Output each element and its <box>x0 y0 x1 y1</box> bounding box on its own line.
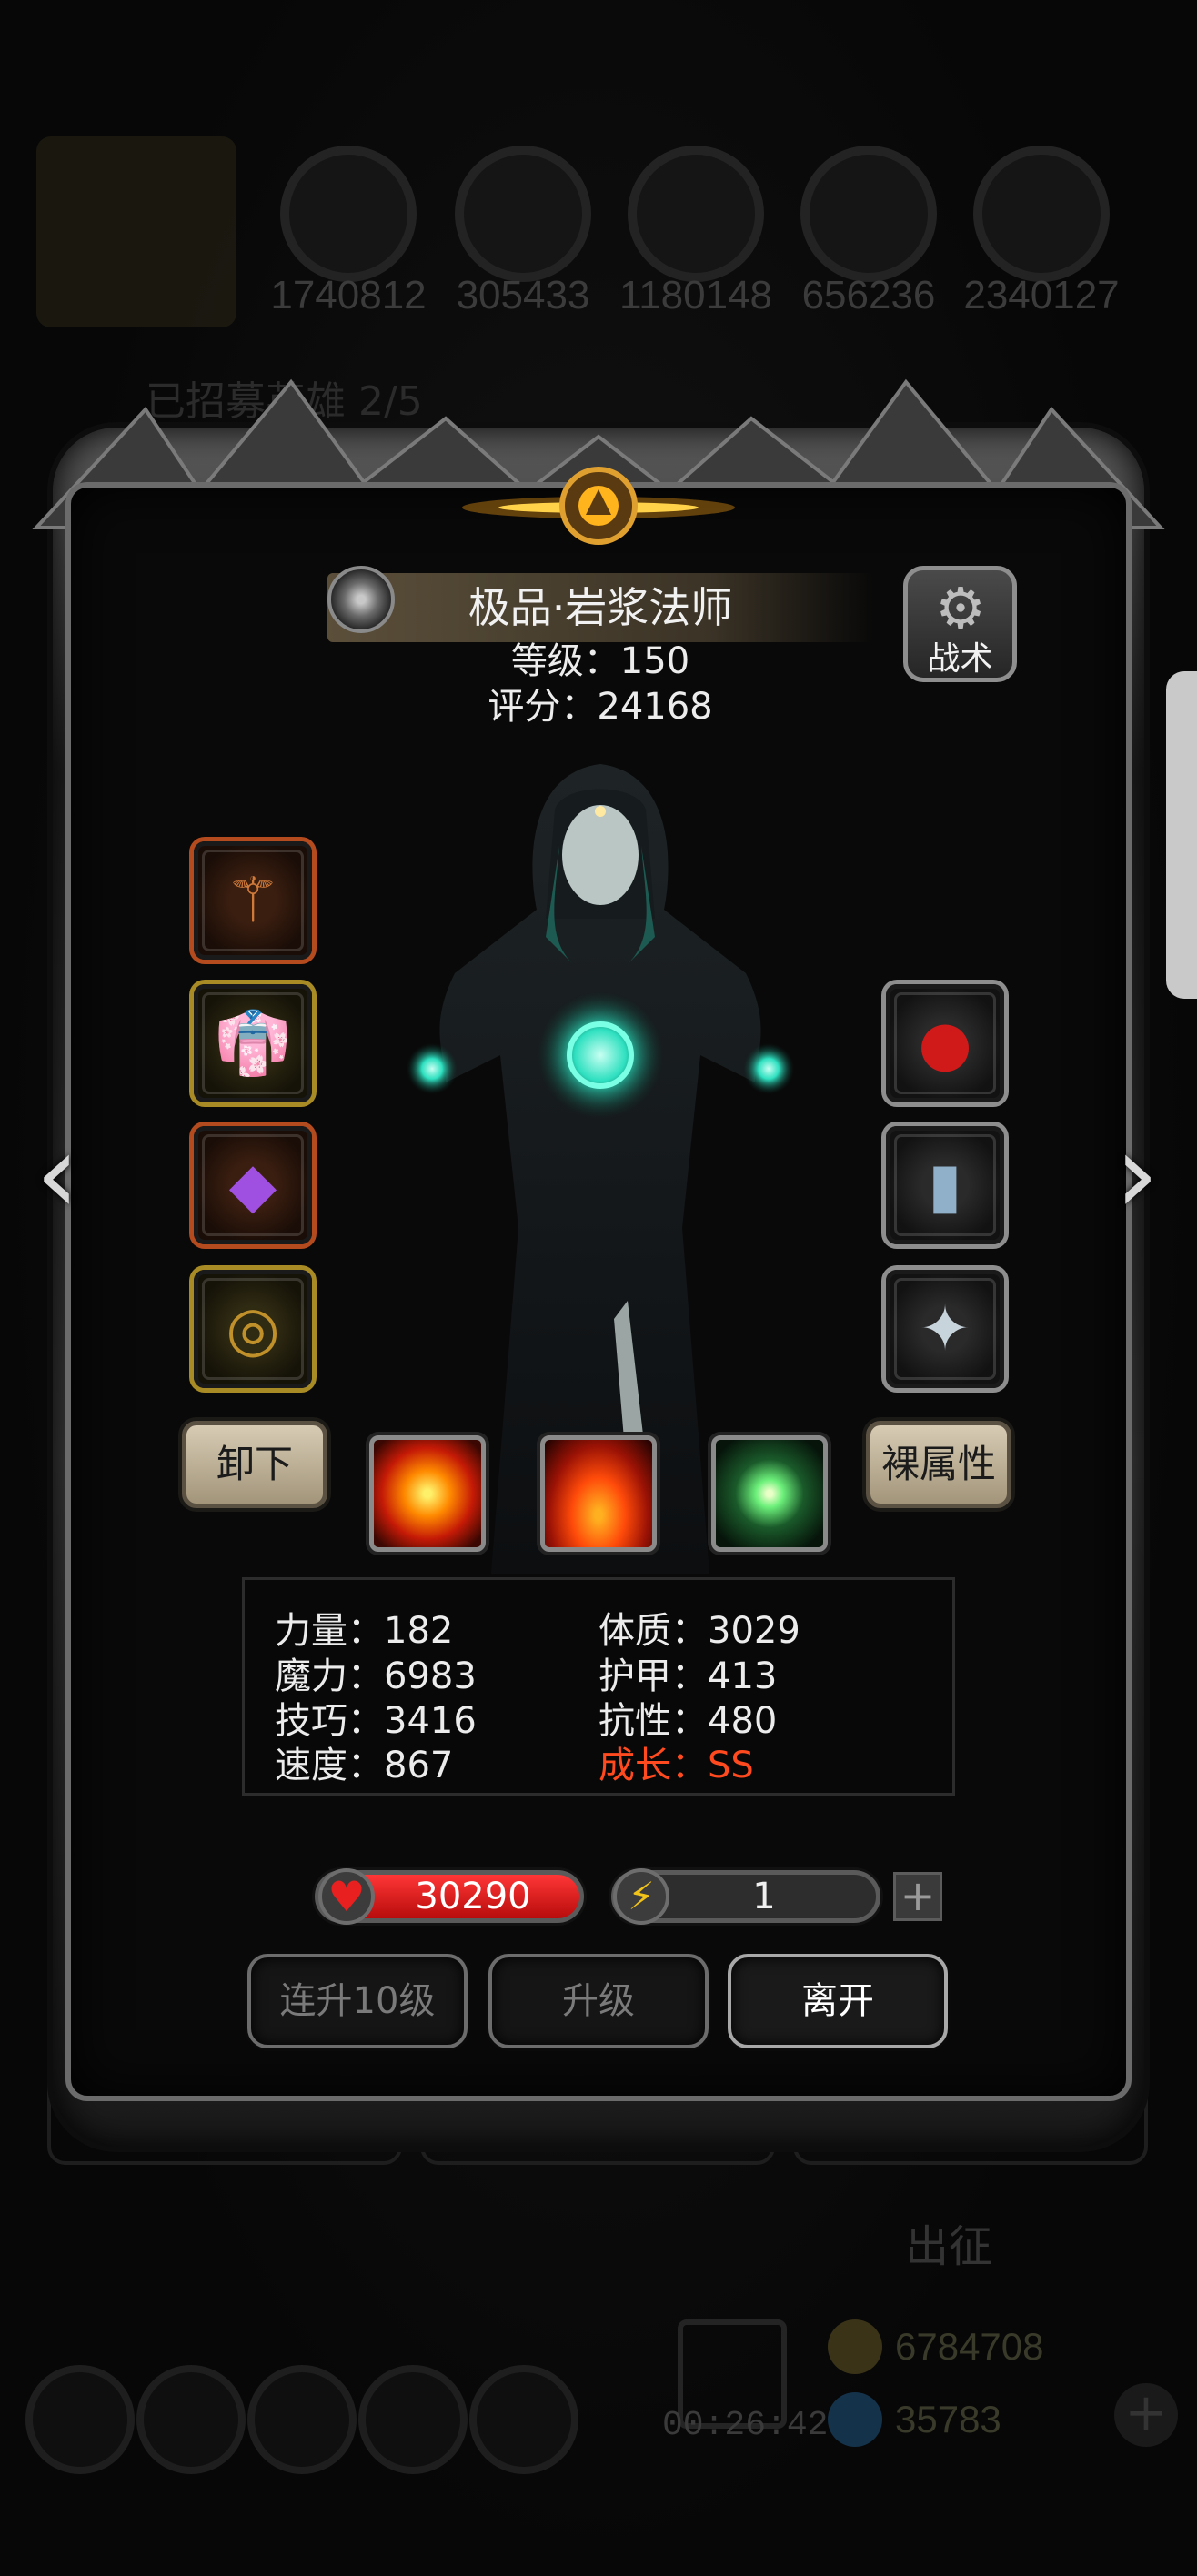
add-energy-button[interactable]: + <box>893 1872 942 1921</box>
resource-icon-4 <box>800 146 937 282</box>
hp-value: 30290 <box>415 1876 531 1917</box>
leave-button[interactable]: 离开 <box>728 1954 948 2048</box>
hero-score: 评分：24168 <box>488 686 713 728</box>
gear-icon: ⚙ <box>935 575 986 641</box>
resource-value-5: 2340127 <box>963 273 1120 317</box>
gold-row: 6784708 <box>828 2310 1192 2383</box>
base-attributes-button[interactable]: 裸属性 <box>866 1421 1011 1508</box>
sun-emblem-icon <box>462 467 735 545</box>
gold-coin-icon <box>828 2319 882 2374</box>
expedition-label: 出征 <box>905 2221 993 2272</box>
bottom-nav-icon-1 <box>25 2365 135 2474</box>
bottom-nav-icon-4 <box>358 2365 468 2474</box>
bottom-nav-icon-2 <box>136 2365 246 2474</box>
bg-plus-icon: + <box>1114 2383 1178 2447</box>
equip-slot-gem[interactable]: ✦ <box>886 1270 1004 1388</box>
robe-icon: 👘 <box>214 1008 292 1080</box>
flame-skill-icon[interactable] <box>540 1435 657 1552</box>
stat-speed: 速度：867 <box>275 1745 454 1786</box>
resource-value-2: 305433 <box>456 273 590 317</box>
heart-icon: ♥ <box>318 1868 375 1925</box>
equip-slot-book[interactable]: ▮ <box>886 1126 1004 1244</box>
prev-hero-arrow[interactable]: ‹ <box>16 1112 98 1239</box>
stat-growth: 成长：SS <box>598 1745 754 1786</box>
gold-value: 6784708 <box>895 2325 1044 2368</box>
equip-slot-ring[interactable]: ◎ <box>194 1270 312 1388</box>
resource-value-1: 1740812 <box>270 273 427 317</box>
green-light-skill-icon[interactable] <box>711 1435 828 1552</box>
equip-slot-relic[interactable]: ● <box>886 984 1004 1102</box>
lightning-icon: ⚡ <box>613 1868 669 1925</box>
resource-value-4: 656236 <box>801 273 936 317</box>
side-scroll-handle[interactable] <box>1166 671 1197 999</box>
resource-icon-3 <box>628 146 764 282</box>
upgrade-10-button[interactable]: 连升10级 <box>247 1954 468 2048</box>
resource-icon-2 <box>455 146 591 282</box>
book-icon: ▮ <box>928 1149 962 1222</box>
hero-name: 极品·岩浆法师 <box>468 583 733 632</box>
resource-icon-1 <box>280 146 417 282</box>
resource-icon-5 <box>973 146 1110 282</box>
energy-value: 1 <box>752 1876 776 1917</box>
equip-slot-staff[interactable]: ⚚ <box>194 841 312 960</box>
gem-icon <box>828 2392 882 2447</box>
gift-timer: 00:26:42 <box>662 2406 829 2445</box>
hero-portrait-frame <box>36 136 236 327</box>
staff-icon: ⚚ <box>225 864 281 937</box>
crystal-icon: ✦ <box>919 1293 971 1365</box>
fire-burst-skill-icon[interactable] <box>369 1435 486 1552</box>
hero-class-gem-icon <box>327 566 395 633</box>
amulet-icon: ◆ <box>228 1149 277 1222</box>
equip-slot-robe[interactable]: 👘 <box>194 984 312 1102</box>
tactics-button[interactable]: ⚙ 战术 <box>903 566 1017 682</box>
tactics-label: 战术 <box>927 640 993 678</box>
bottom-nav-icon-5 <box>469 2365 578 2474</box>
gem-value: 35783 <box>895 2398 1001 2440</box>
unequip-button[interactable]: 卸下 <box>182 1421 327 1508</box>
bottom-nav-icon-3 <box>247 2365 357 2474</box>
resource-value-3: 1180148 <box>619 273 773 317</box>
equip-slot-amulet[interactable]: ◆ <box>194 1126 312 1244</box>
ring-icon: ◎ <box>226 1293 280 1365</box>
red-orb-icon: ● <box>918 1007 972 1080</box>
next-hero-arrow[interactable]: › <box>1096 1112 1178 1239</box>
upgrade-button[interactable]: 升级 <box>488 1954 709 2048</box>
